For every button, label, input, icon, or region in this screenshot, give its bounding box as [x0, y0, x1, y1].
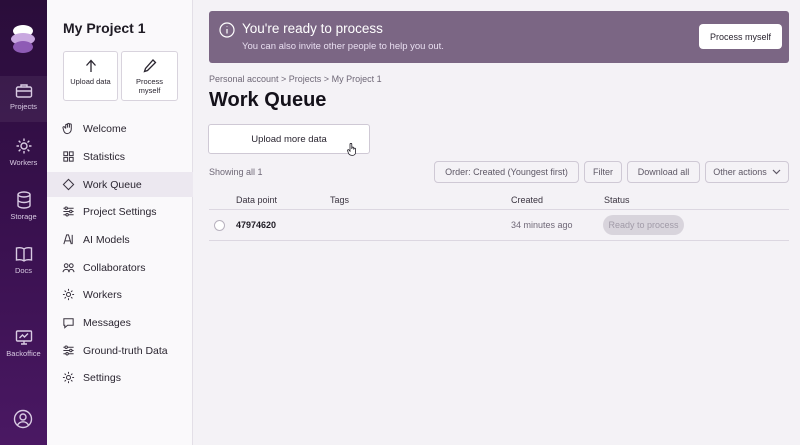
- ai-icon: [63, 234, 73, 245]
- sidebar-item-collaborators[interactable]: Collaborators: [47, 255, 193, 280]
- sidebar-item-statistics[interactable]: Statistics: [47, 144, 193, 169]
- sidebar-item-messages[interactable]: Messages: [47, 310, 193, 335]
- sidebar-item-label: Ground-truth Data: [83, 344, 168, 357]
- monitor-icon: [15, 330, 32, 345]
- app-rail: Projects Workers Storage Docs Backoffice: [0, 0, 47, 445]
- book-icon: [15, 247, 32, 262]
- sidebar-item-project-settings[interactable]: Project Settings: [47, 199, 193, 224]
- ready-banner: You're ready to process You can also inv…: [209, 11, 789, 63]
- chevron-down-icon: [772, 169, 781, 175]
- filter-button[interactable]: Filter: [584, 161, 622, 183]
- rail-label: Storage: [10, 212, 37, 221]
- diamond-icon: [62, 178, 75, 191]
- process-myself-quick-button[interactable]: Process myself: [121, 51, 178, 101]
- hand-cursor-icon: [347, 143, 356, 156]
- upload-more-data-button[interactable]: Upload more data: [208, 124, 370, 154]
- grid-icon: [63, 151, 74, 162]
- gear-icon: [16, 138, 31, 154]
- pencil-icon: [142, 59, 156, 73]
- status-badge: Ready to process: [603, 215, 684, 235]
- sidebar-item-label: Work Queue: [83, 178, 142, 191]
- sidebar-item-label: Statistics: [83, 150, 126, 163]
- project-title: My Project 1: [63, 20, 146, 36]
- page-title: Work Queue: [209, 89, 327, 111]
- rail-label: Workers: [9, 158, 38, 167]
- gear-icon: [62, 371, 75, 384]
- column-header-tags[interactable]: Tags: [330, 195, 349, 205]
- sidebar-item-work-queue[interactable]: Work Queue: [47, 172, 193, 197]
- sliders-icon: [63, 345, 74, 356]
- sidebar-item-label: Messages: [83, 316, 131, 329]
- gear-icon: [62, 288, 75, 301]
- hand-icon: [62, 122, 72, 135]
- main-content: You're ready to process You can also inv…: [193, 0, 800, 445]
- process-myself-button[interactable]: Process myself: [699, 24, 782, 49]
- column-header-data-point[interactable]: Data point: [236, 195, 277, 205]
- sidebar-item-ground-truth-data[interactable]: Ground-truth Data: [47, 338, 193, 363]
- sidebar-item-label: Welcome: [83, 122, 127, 135]
- rail-item-storage[interactable]: Storage: [0, 185, 47, 231]
- upload-arrow-icon: [85, 59, 96, 72]
- info-icon: [219, 22, 235, 38]
- banner-title: You're ready to process: [242, 21, 383, 36]
- sidebar-item-label: Settings: [83, 371, 121, 384]
- table-header: Data point Tags Created Status: [209, 190, 789, 210]
- upload-data-button[interactable]: Upload data: [63, 51, 118, 101]
- rail-label: Projects: [9, 102, 38, 111]
- download-all-button[interactable]: Download all: [627, 161, 700, 183]
- sidebar-item-label: Collaborators: [83, 261, 146, 274]
- table-row[interactable]: 47974620 34 minutes ago Ready to process: [209, 210, 789, 241]
- process-myself-label: Process myself: [135, 77, 164, 95]
- briefcase-icon: [15, 84, 32, 98]
- banner-subtitle: You can also invite other people to help…: [242, 41, 444, 52]
- order-dropdown[interactable]: Order: Created (Youngest first): [434, 161, 579, 183]
- people-icon: [62, 263, 75, 273]
- rail-item-docs[interactable]: Docs: [0, 240, 47, 286]
- column-header-created[interactable]: Created: [511, 195, 543, 205]
- row-created: 34 minutes ago: [511, 220, 573, 230]
- chat-icon: [63, 318, 74, 329]
- app-logo[interactable]: [8, 22, 38, 56]
- sidebar-item-label: Workers: [83, 288, 122, 301]
- column-header-status[interactable]: Status: [604, 195, 630, 205]
- rail-item-projects[interactable]: Projects: [0, 76, 47, 122]
- other-actions-label: Other actions: [713, 167, 767, 177]
- rail-item-workers[interactable]: Workers: [0, 130, 47, 176]
- showing-count: Showing all 1: [209, 167, 263, 177]
- sidebar-item-welcome[interactable]: Welcome: [47, 116, 193, 141]
- data-point-id[interactable]: 47974620: [236, 220, 276, 230]
- project-sidebar: My Project 1 Upload data Process myself …: [47, 0, 193, 445]
- rail-label: Docs: [14, 266, 33, 275]
- sidebar-item-ai-models[interactable]: AI Models: [47, 227, 193, 252]
- upload-data-label: Upload data: [70, 77, 111, 86]
- sidebar-item-settings[interactable]: Settings: [47, 365, 193, 390]
- row-select-checkbox[interactable]: [214, 220, 225, 231]
- other-actions-dropdown[interactable]: Other actions: [705, 161, 789, 183]
- sidebar-item-label: Project Settings: [83, 205, 157, 218]
- user-avatar-icon[interactable]: [13, 409, 33, 429]
- breadcrumb[interactable]: Personal account > Projects > My Project…: [209, 74, 382, 84]
- sidebar-item-label: AI Models: [83, 233, 130, 246]
- sidebar-item-workers[interactable]: Workers: [47, 282, 193, 307]
- rail-item-backoffice[interactable]: Backoffice: [0, 323, 47, 369]
- sliders-icon: [63, 206, 74, 217]
- database-icon: [16, 191, 31, 209]
- rail-label: Backoffice: [6, 349, 41, 358]
